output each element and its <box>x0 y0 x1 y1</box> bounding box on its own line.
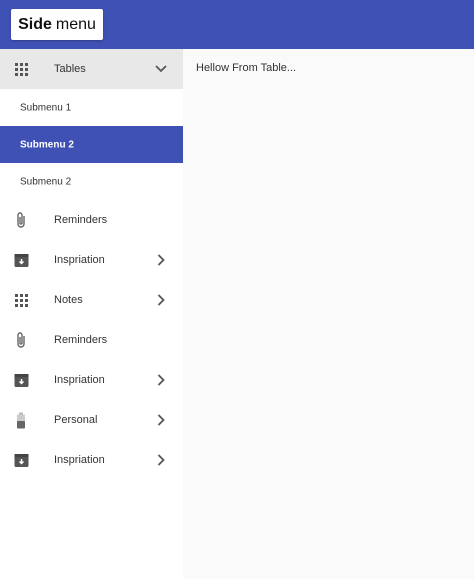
paperclip-icon <box>13 332 29 348</box>
chevron-right-icon[interactable] <box>154 293 168 307</box>
submenu-label: Submenu 1 <box>20 102 72 113</box>
sidebar-item-personal[interactable]: Personal <box>0 400 183 440</box>
sidebar-item-label: Inspriation <box>54 374 105 386</box>
sidebar-item-inspriation[interactable]: Inspriation <box>0 360 183 400</box>
archive-icon <box>13 252 29 268</box>
submenu-item-3[interactable]: Submenu 2 <box>0 163 183 200</box>
sidebar-item-label: Reminders <box>54 214 108 226</box>
chevron-right-icon[interactable] <box>154 453 168 467</box>
paperclip-icon <box>13 212 29 228</box>
submenu-label: Submenu 2 <box>20 176 72 187</box>
sidebar-item-inspriation[interactable]: Inspriation <box>0 240 183 280</box>
submenu-label: Submenu 2 <box>20 139 74 150</box>
main-content: Hellow From Table... <box>183 49 474 579</box>
brand-logo[interactable]: Side menu <box>11 9 103 40</box>
sidebar-item-label: Personal <box>54 414 98 426</box>
side-menu: Tables Submenu 1 Submenu 2 Submenu 2 Rem… <box>0 49 183 579</box>
battery-icon <box>13 412 29 428</box>
chevron-right-icon[interactable] <box>154 413 168 427</box>
sidebar-item-label: Tables <box>54 63 86 75</box>
sidebar-item-notes[interactable]: Notes <box>0 280 183 320</box>
submenu-item-2-active[interactable]: Submenu 2 <box>0 126 183 163</box>
sidebar-item-inspriation[interactable]: Inspriation <box>0 440 183 480</box>
sidebar-item-tables[interactable]: Tables <box>0 49 183 89</box>
chevron-right-icon[interactable] <box>154 373 168 387</box>
sidebar-item-reminders[interactable]: Reminders <box>0 200 183 240</box>
sidebar-item-reminders[interactable]: Reminders <box>0 320 183 360</box>
sidebar-item-label: Notes <box>54 294 83 306</box>
chevron-down-icon[interactable] <box>154 62 168 76</box>
chevron-right-icon[interactable] <box>154 253 168 267</box>
submenu-item-1[interactable]: Submenu 1 <box>0 89 183 126</box>
archive-icon <box>13 452 29 468</box>
brand-title-light: menu <box>55 15 96 33</box>
apps-grid-icon <box>13 61 29 77</box>
brand-title-bold: Side <box>18 15 52 33</box>
archive-icon <box>13 372 29 388</box>
app-header: Side menu <box>0 0 474 49</box>
apps-grid-icon <box>13 292 29 308</box>
sidebar-item-label: Reminders <box>54 334 108 346</box>
sidebar-item-label: Inspriation <box>54 254 105 266</box>
sidebar-item-label: Inspriation <box>54 454 105 466</box>
content-text: Hellow From Table... <box>196 62 297 74</box>
